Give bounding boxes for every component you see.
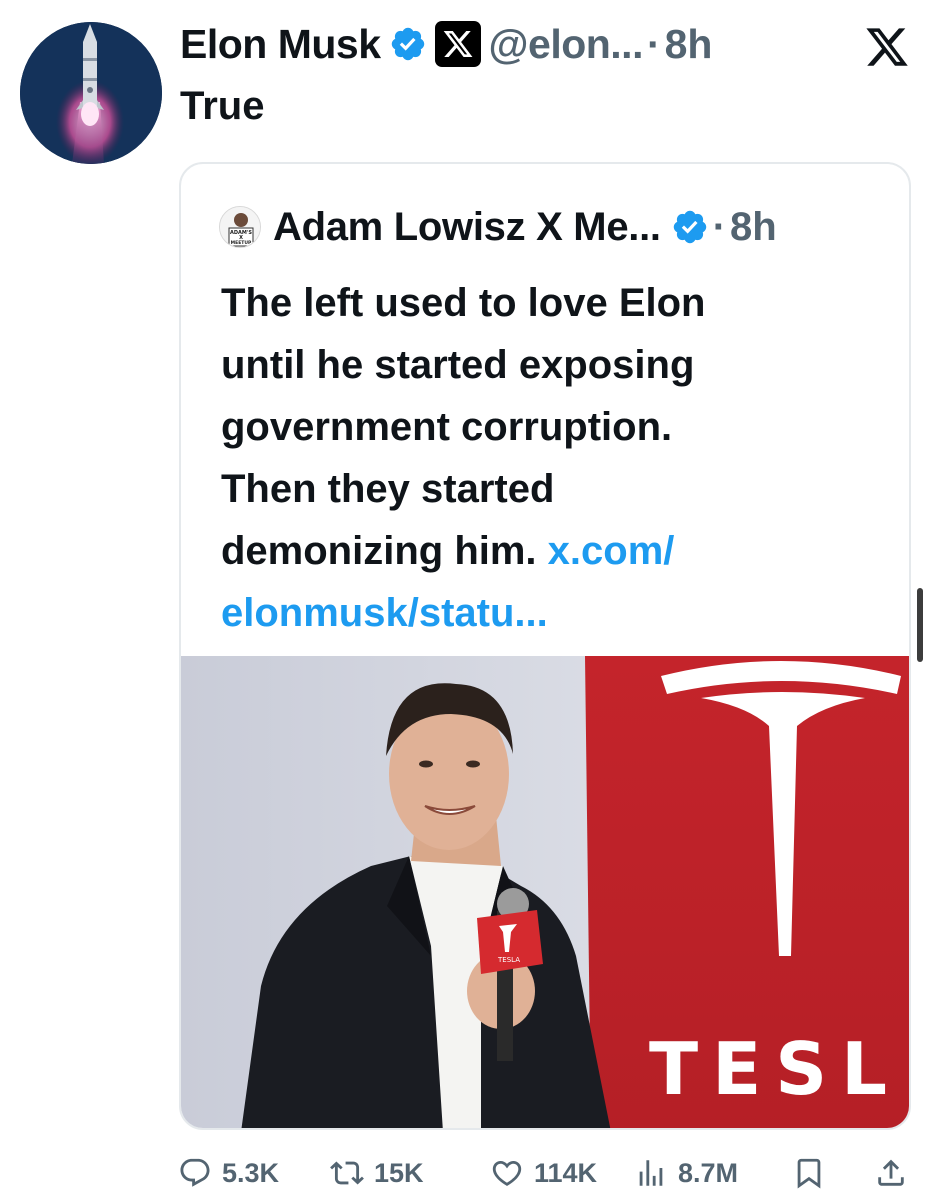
verified-badge-icon [673,210,706,244]
quoted-tweet-timestamp[interactable]: 8h [730,205,777,250]
x-logo-icon [434,21,481,67]
repost-icon [330,1161,364,1185]
tweet-header: Elon Musk @elon... · 8h [180,20,712,68]
quoted-avatar-art: ADAM'S X MEETUP [220,207,260,247]
share-icon [878,1159,904,1186]
separator-dot: · [712,204,727,249]
quoted-tweet-photo[interactable]: TESL TESLA [181,656,911,1130]
separator-dot: · [646,20,661,67]
quoted-text-line: demonizing him. x.com/ [221,520,861,582]
quoted-text-line: government corruption. [221,405,673,449]
tesla-banner-text: TESL [649,1027,901,1111]
heart-icon [492,1160,522,1186]
reply-icon [180,1158,210,1187]
mic-brand-text: TESLA [497,956,520,964]
quoted-tweet-header: ADAM'S X MEETUP Adam Lowisz X Me... · 8h [219,202,777,252]
author-handle[interactable]: @elon... [489,21,644,68]
quoted-text-line: The left used to love Elon [221,281,706,325]
reply-button[interactable]: 5.3K [178,1148,279,1198]
repost-count: 15K [374,1157,424,1188]
like-count: 114K [534,1157,598,1188]
bookmark-icon [797,1158,821,1189]
share-button[interactable] [874,1148,918,1198]
tweet-text: True [180,84,265,128]
quoted-text-line: until he started exposing [221,343,695,387]
bookmark-button[interactable] [792,1148,836,1198]
tweet-timestamp[interactable]: 8h [665,21,713,68]
author-display-name[interactable]: Elon Musk [180,21,381,68]
scrollbar-thumb[interactable] [917,588,923,662]
reply-count: 5.3K [222,1157,280,1188]
quoted-author-name[interactable]: Adam Lowisz X Me... [273,205,661,250]
rocket-launch-image [20,22,162,164]
avatar-sign-line3: MEETUP [231,240,252,246]
quoted-text-line: Then they started [221,467,555,511]
verified-badge-icon [391,27,424,61]
quoted-tweet-text: The left used to love Elon until he star… [221,272,861,644]
tweet-action-bar: 5.3K 15K 114K 8.7M [178,1148,918,1198]
x-logo-icon[interactable] [864,24,910,70]
like-button[interactable]: 114K [490,1148,597,1198]
status-link[interactable]: x.com/ [548,529,675,573]
quoted-text-line-end: demonizing him. [221,529,548,573]
views-icon [639,1160,663,1186]
views-button[interactable]: 8.7M [634,1148,738,1198]
status-link-continued[interactable]: elonmusk/statu... [221,582,861,644]
tweet-screen: Elon Musk @elon... · 8h True ADAM'S X ME… [0,0,932,1200]
author-avatar[interactable] [20,22,162,164]
repost-button[interactable]: 15K [330,1148,424,1198]
quoted-tweet-card[interactable]: ADAM'S X MEETUP Adam Lowisz X Me... · 8h… [179,162,911,1130]
views-count: 8.7M [678,1157,739,1188]
quoted-author-avatar[interactable]: ADAM'S X MEETUP [219,206,261,248]
